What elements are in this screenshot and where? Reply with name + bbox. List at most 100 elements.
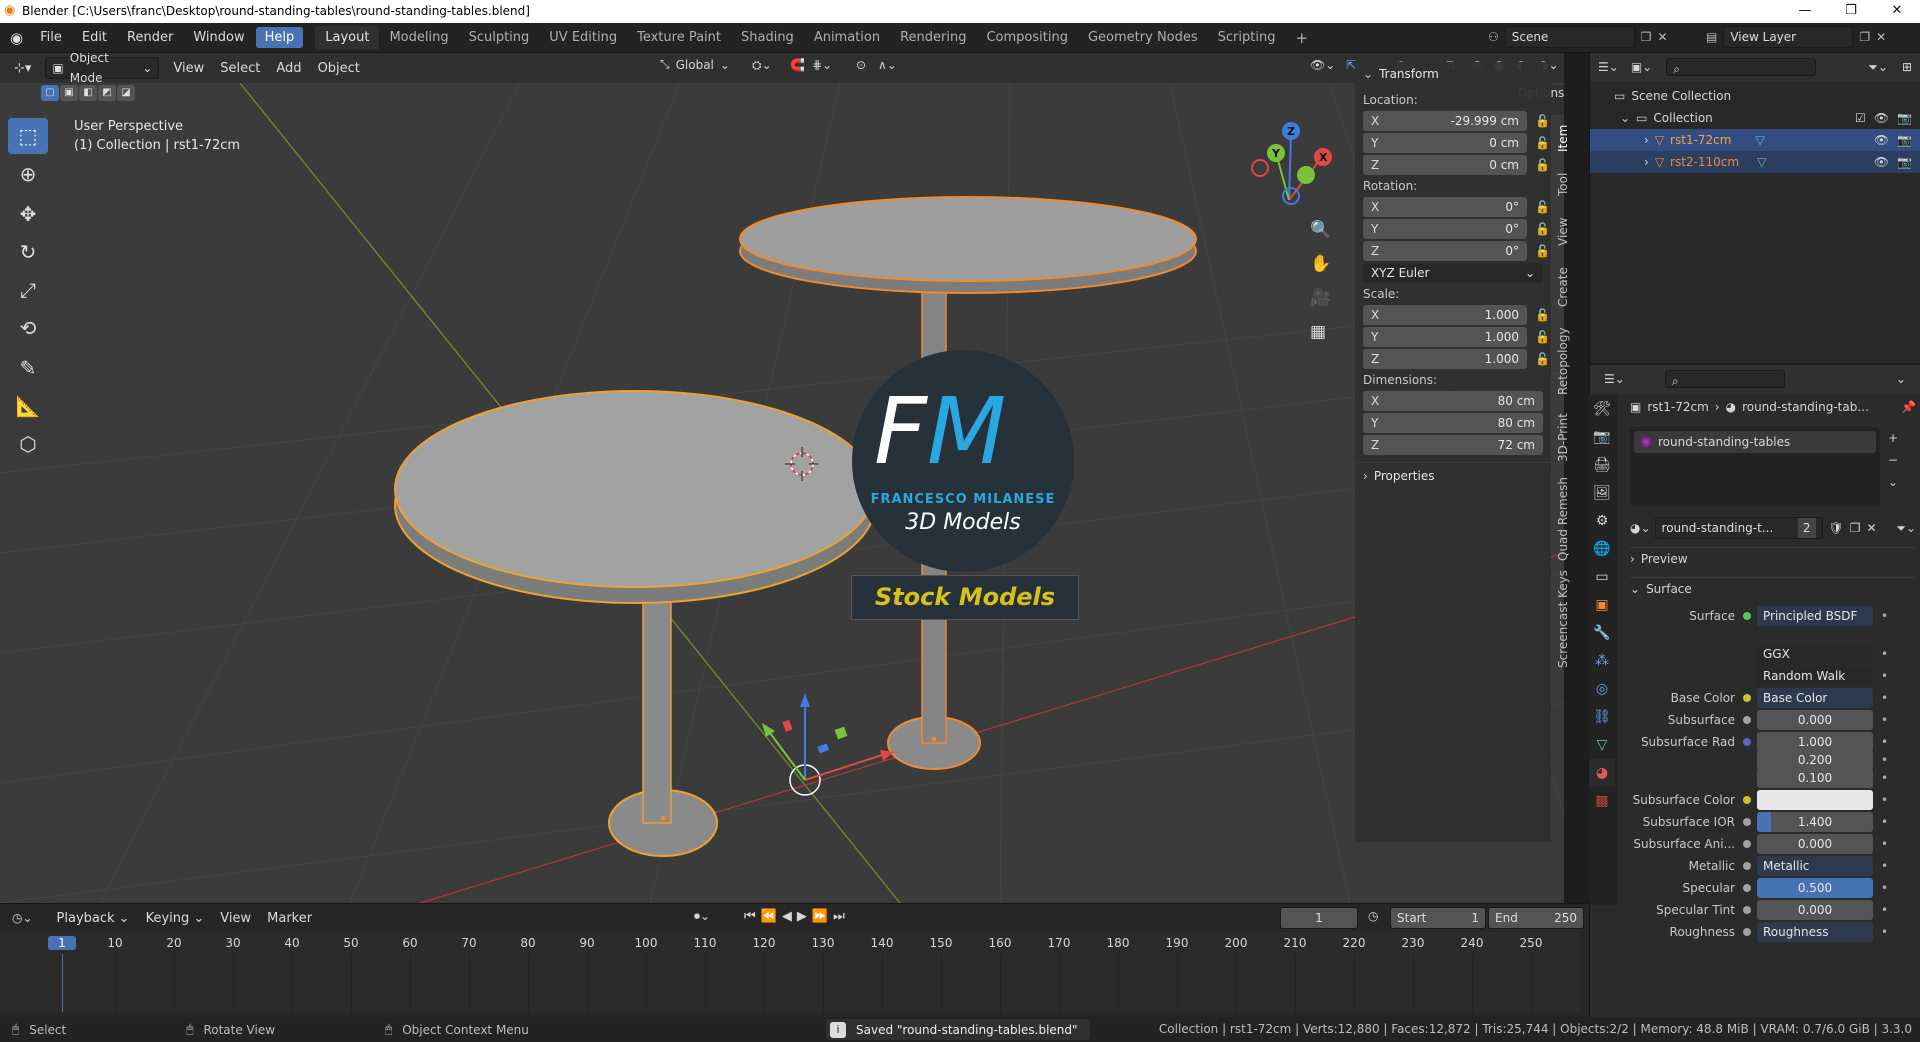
particles-properties-icon[interactable]: ⁂ [1589,647,1615,675]
remove-slot-icon[interactable]: − [1888,449,1898,471]
scale-y-field[interactable]: Y 1.000 [1363,327,1527,347]
timeline-menu-playback[interactable]: Playback ⌄ [49,909,138,928]
tab-animation[interactable]: Animation [804,26,890,49]
tab-shading[interactable]: Shading [731,26,804,49]
keyframe-dot-icon[interactable]: • [1881,753,1888,767]
rotate-tool-icon[interactable]: ↻ [8,234,48,270]
transform-tool-icon[interactable]: ⟲ [8,310,48,346]
keyframe-dot-icon[interactable]: • [1881,609,1888,623]
property-field[interactable]: GGX [1757,644,1873,664]
tab-tool[interactable]: Tool [1556,166,1576,202]
record-icon[interactable]: ⏺⌄ [694,909,710,924]
timeline-menu-keying[interactable]: Keying ⌄ [138,909,213,928]
move-tool-icon[interactable]: ✥ [8,196,48,232]
socket-icon[interactable] [1743,612,1751,620]
rotation-y-field[interactable]: Y 0° [1363,219,1527,239]
tab-create[interactable]: Create [1556,262,1576,312]
add-slot-icon[interactable]: + [1888,427,1898,449]
property-field[interactable]: Principled BSDF [1757,606,1873,626]
lock-icon[interactable]: 🔓 [1535,308,1550,322]
transform-header[interactable]: ⌄ Transform [1355,62,1551,86]
socket-icon[interactable] [1743,928,1751,936]
collection-properties-icon[interactable]: ▭ [1589,563,1615,591]
socket-icon[interactable] [1743,906,1751,914]
annotate-tool-icon[interactable]: ✎ [8,350,48,386]
visibility-icon[interactable]: 👁⌄ [1310,58,1335,72]
tab-view[interactable]: View [1556,212,1576,252]
snap-icon[interactable]: 🧲 [790,58,805,72]
dimensions-y-field[interactable]: Y 80 cm [1363,413,1543,433]
timeline-editor-icon[interactable]: ◷⌄ [12,911,33,925]
tab-texture-paint[interactable]: Texture Paint [627,26,731,49]
properties-search-input[interactable]: ⌕ [1664,370,1785,388]
data-properties-icon[interactable]: ▽ [1589,731,1615,759]
chevron-down-icon[interactable]: ⌄ [1896,372,1906,386]
camera-view-icon[interactable]: 🎥 [1310,281,1331,315]
tool-properties-icon[interactable]: 🛠 [1589,395,1615,423]
tab-layout[interactable]: Layout [315,26,380,49]
select-new-icon[interactable]: ▢ [41,85,59,101]
zoom-icon[interactable]: 🔍 [1310,213,1331,247]
proportional-edit-icon[interactable]: ⊙ [856,58,866,72]
pin-icon[interactable]: 📌 [1901,400,1916,414]
eye-icon[interactable]: 👁 [1874,133,1889,147]
output-properties-icon[interactable]: 🖨 [1589,451,1615,479]
viewport-menu-object[interactable]: Object [310,59,368,78]
lock-icon[interactable]: 🔓 [1535,330,1550,344]
select-subtract-icon[interactable]: ◧ [79,85,97,101]
menu-window[interactable]: Window [184,27,253,48]
browse-material-icon[interactable]: ◕⌄ [1630,521,1651,535]
select-extend-icon[interactable]: ▣ [60,85,78,101]
select-intersect-icon[interactable]: ◪ [117,85,135,101]
eye-icon[interactable]: 👁 [1874,111,1889,125]
property-field[interactable]: 1.400 [1757,812,1873,832]
socket-icon[interactable] [1743,694,1751,702]
camera-icon[interactable]: 📷 [1897,133,1912,147]
camera-icon[interactable]: 📷 [1897,111,1912,125]
property-field[interactable]: 0.100 [1757,768,1873,788]
delete-view-layer-icon[interactable]: ✕ [1876,30,1886,44]
chevron-down-icon[interactable]: ⌄ [1888,471,1898,493]
lock-icon[interactable]: 🔓 [1535,352,1550,366]
select-box-tool-icon[interactable]: ⬚ [8,118,48,154]
surface-panel-header[interactable]: ⌄ Surface [1630,577,1916,599]
current-frame-field[interactable]: 1 [1280,907,1358,929]
tab-quad-remesh[interactable]: Quad Remesh [1556,476,1576,562]
pan-hand-icon[interactable]: ✋ [1310,247,1331,281]
measure-tool-icon[interactable]: 📐 [8,388,48,424]
texture-properties-icon[interactable]: ▩ [1589,787,1615,815]
playhead[interactable] [62,954,63,1012]
user-count[interactable]: 2 [1797,518,1816,538]
falloff-icon[interactable]: ∧⌄ [878,58,897,72]
property-field[interactable]: 0.000 [1757,710,1873,730]
socket-icon[interactable] [1743,840,1751,848]
timeline-frames[interactable]: 1 10 20 30 40 50 60 70 80 90 100 110 120 130 140 150 160… [0,932,1580,1012]
location-z-field[interactable]: Z0 cm [1363,155,1527,175]
keyframe-dot-icon[interactable]: • [1881,735,1888,749]
modifier-properties-icon[interactable]: 🔧 [1589,619,1615,647]
new-scene-icon[interactable]: ❐ [1641,30,1652,44]
render-properties-icon[interactable]: 📷 [1589,423,1615,451]
keyframe-dot-icon[interactable]: • [1881,793,1888,807]
menu-help[interactable]: Help [255,27,304,48]
keyframe-dot-icon[interactable]: • [1881,837,1888,851]
view-layer-properties-icon[interactable]: 🖼 [1589,479,1615,507]
property-field[interactable] [1757,790,1873,810]
location-x-field[interactable]: X -29.999 cm [1363,111,1527,131]
material-name-field[interactable]: round-standing-t... 2 [1654,517,1823,539]
delete-scene-icon[interactable]: ✕ [1658,30,1668,44]
scene-properties-icon[interactable]: ⚙ [1589,507,1615,535]
menu-file[interactable]: File [31,27,71,48]
outliner-item-rst1-72cm[interactable]: › ▽ rst1-72cm ▽ 👁 📷 [1590,129,1920,151]
tab-uv-editing[interactable]: UV Editing [539,26,627,49]
property-field[interactable]: 0.500 [1757,878,1873,898]
scene-collection-row[interactable]: ▭ Scene Collection [1590,85,1920,107]
keyframe-dot-icon[interactable]: • [1881,859,1888,873]
socket-icon[interactable] [1743,716,1751,724]
dimensions-z-field[interactable]: Z 72 cm [1363,435,1543,455]
new-view-layer-icon[interactable]: ❐ [1859,30,1870,44]
scale-x-field[interactable]: X 1.000 [1363,305,1527,325]
playback-controls[interactable]: ⏮⏪◀▶⏩⏭ [744,909,850,924]
end-frame-field[interactable]: End 250 [1488,907,1584,929]
viewport-menu-view[interactable]: View [165,59,212,78]
